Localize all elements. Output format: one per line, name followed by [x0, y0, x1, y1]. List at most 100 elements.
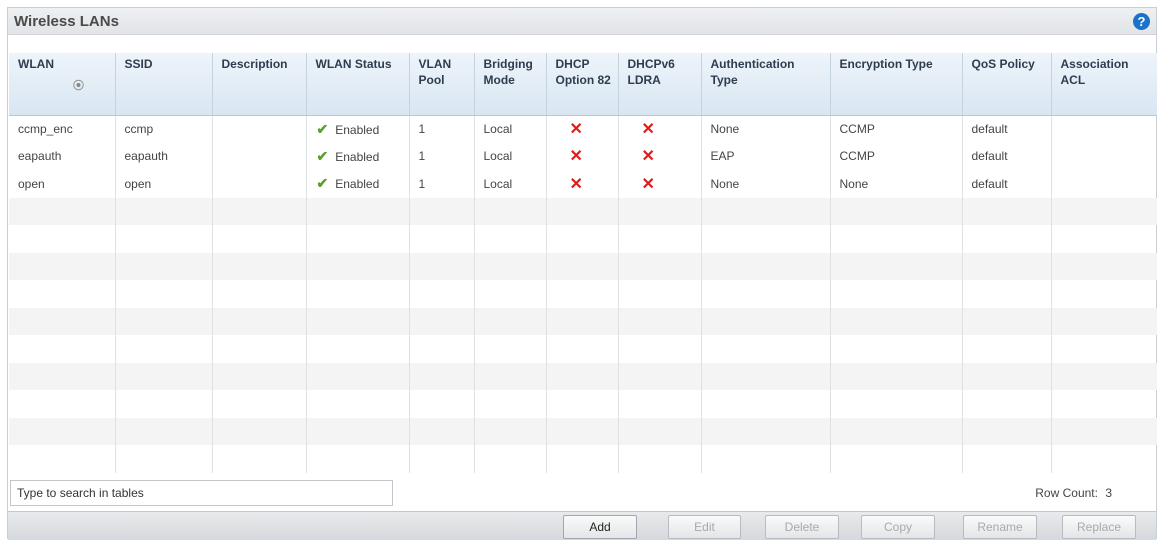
- empty-cell: [962, 280, 1052, 308]
- cell-encryption: CCMP: [830, 115, 963, 143]
- column-header-wlan-status[interactable]: WLAN Status: [306, 53, 410, 116]
- empty-cell: [546, 197, 619, 225]
- empty-table-row: [9, 362, 1157, 390]
- cell-ssid: ccmp: [115, 115, 213, 143]
- empty-cell: [618, 362, 702, 390]
- cell-bridging: Local: [474, 142, 547, 170]
- empty-cell: [618, 307, 702, 335]
- empty-cell: [546, 417, 619, 445]
- column-header-wlan[interactable]: WLAN ⦿: [9, 53, 116, 116]
- empty-cell: [115, 417, 213, 445]
- cell-vlan-pool: 1: [409, 142, 475, 170]
- row-count: Row Count: 3: [1035, 486, 1112, 500]
- empty-cell: [474, 307, 547, 335]
- sort-icon[interactable]: ⦿: [73, 78, 84, 94]
- empty-cell: [115, 225, 213, 253]
- add-button[interactable]: Add: [563, 515, 637, 539]
- empty-cell: [618, 280, 702, 308]
- table-search-input[interactable]: [10, 480, 393, 506]
- panel-header: Wireless LANs ?: [8, 8, 1156, 35]
- empty-cell: [618, 417, 702, 445]
- empty-cell: [409, 445, 475, 473]
- empty-cell: [546, 445, 619, 473]
- check-icon: ✔: [316, 175, 329, 192]
- empty-cell: [212, 225, 307, 253]
- empty-cell: [546, 280, 619, 308]
- cell-wlan: ccmp_enc: [9, 115, 116, 143]
- action-button-bar: Add Edit Delete Copy Rename Replace: [8, 511, 1156, 540]
- row-count-label: Row Count:: [1035, 486, 1098, 500]
- empty-table-row: [9, 307, 1157, 335]
- empty-cell: [701, 417, 831, 445]
- empty-cell: [618, 390, 702, 418]
- empty-table-row: [9, 335, 1157, 363]
- delete-button[interactable]: Delete: [765, 515, 839, 539]
- table-row[interactable]: ccmp_enc ccmp ✔ Enabled 1 Local ✕ ✕ None …: [9, 115, 1157, 143]
- empty-cell: [409, 335, 475, 363]
- check-icon: ✔: [316, 147, 329, 164]
- column-header-dhcp-option-82[interactable]: DHCP Option 82: [546, 53, 619, 116]
- edit-button[interactable]: Edit: [668, 515, 741, 539]
- empty-cell: [1051, 307, 1157, 335]
- column-header-encryption-type[interactable]: Encryption Type: [830, 53, 963, 116]
- column-header-dhcpv6-ldra[interactable]: DHCPv6 LDRA: [618, 53, 702, 116]
- empty-cell: [409, 252, 475, 280]
- empty-cell: [830, 362, 963, 390]
- empty-cell: [409, 362, 475, 390]
- column-header-authentication-type[interactable]: Authentication Type: [701, 53, 831, 116]
- column-header-vlan-pool[interactable]: VLAN Pool: [409, 53, 475, 116]
- column-header-bridging-mode[interactable]: Bridging Mode: [474, 53, 547, 116]
- empty-cell: [830, 445, 963, 473]
- empty-cell: [474, 417, 547, 445]
- cell-description: [212, 170, 307, 198]
- replace-button[interactable]: Replace: [1062, 515, 1136, 539]
- empty-cell: [1051, 252, 1157, 280]
- empty-cell: [115, 252, 213, 280]
- empty-table-row: [9, 197, 1157, 225]
- empty-cell: [474, 362, 547, 390]
- empty-cell: [546, 225, 619, 253]
- empty-cell: [212, 252, 307, 280]
- empty-cell: [1051, 225, 1157, 253]
- column-header-qos-policy[interactable]: QoS Policy: [962, 53, 1052, 116]
- empty-cell: [962, 307, 1052, 335]
- column-header-description[interactable]: Description: [212, 53, 307, 116]
- empty-cell: [1051, 390, 1157, 418]
- table-row[interactable]: open open ✔ Enabled 1 Local ✕ ✕ None None…: [9, 170, 1157, 198]
- empty-cell: [409, 417, 475, 445]
- cell-vlan-pool: 1: [409, 115, 475, 143]
- help-icon[interactable]: ?: [1133, 13, 1150, 30]
- cell-dhcp82: ✕: [546, 115, 619, 143]
- rename-button[interactable]: Rename: [963, 515, 1037, 539]
- empty-cell: [962, 417, 1052, 445]
- empty-table-row: [9, 417, 1157, 445]
- cell-acl: [1051, 115, 1157, 143]
- wlan-table-wrapper: WLAN ⦿ SSID Description WLAN Status VLAN…: [9, 53, 1157, 475]
- cell-qos: default: [962, 115, 1052, 143]
- copy-button[interactable]: Copy: [861, 515, 935, 539]
- empty-cell: [9, 445, 116, 473]
- table-header-row: WLAN ⦿ SSID Description WLAN Status VLAN…: [9, 53, 1157, 116]
- empty-cell: [546, 390, 619, 418]
- cell-ssid: eapauth: [115, 142, 213, 170]
- cell-bridging: Local: [474, 170, 547, 198]
- empty-cell: [1051, 445, 1157, 473]
- empty-cell: [306, 252, 410, 280]
- empty-cell: [306, 335, 410, 363]
- cell-dhcpv6: ✕: [618, 115, 702, 143]
- table-row[interactable]: eapauth eapauth ✔ Enabled 1 Local ✕ ✕ EAP…: [9, 142, 1157, 170]
- cell-dhcpv6: ✕: [618, 170, 702, 198]
- empty-cell: [701, 307, 831, 335]
- empty-cell: [115, 362, 213, 390]
- empty-cell: [9, 335, 116, 363]
- empty-cell: [212, 335, 307, 363]
- empty-cell: [115, 390, 213, 418]
- column-header-association-acl[interactable]: Association ACL: [1051, 53, 1157, 116]
- empty-cell: [115, 445, 213, 473]
- empty-table-row: [9, 252, 1157, 280]
- disabled-x-icon: ✕: [641, 121, 655, 138]
- cell-description: [212, 142, 307, 170]
- empty-cell: [618, 197, 702, 225]
- empty-cell: [1051, 335, 1157, 363]
- column-header-ssid[interactable]: SSID: [115, 53, 213, 116]
